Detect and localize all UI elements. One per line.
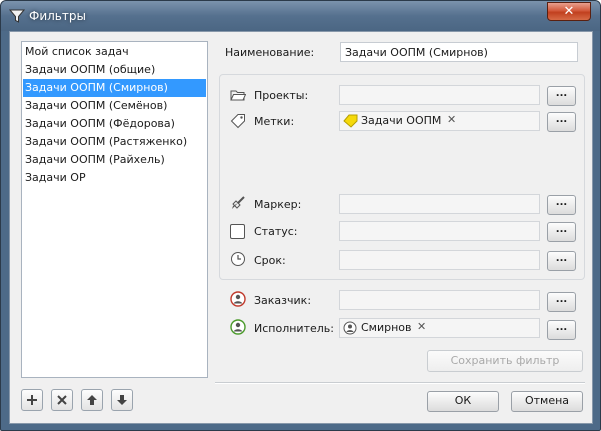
title-bar[interactable]: Фильтры ✕: [1, 1, 600, 31]
deadline-browse-button[interactable]: ...: [547, 251, 576, 271]
tag-icon: [230, 114, 245, 129]
assignee-label: Исполнитель:: [254, 322, 334, 335]
name-value: Задачи ООПМ (Смирнов): [345, 46, 488, 59]
person-icon: [343, 321, 357, 335]
close-button[interactable]: ✕: [547, 2, 591, 21]
marker-browse-button[interactable]: ...: [547, 195, 576, 215]
yellow-tag-icon: [343, 114, 358, 128]
assignee-browse-button[interactable]: ...: [547, 320, 576, 340]
ok-button[interactable]: ОК: [427, 391, 499, 412]
status-field[interactable]: [339, 221, 540, 241]
assignee-field[interactable]: Смирнов ✕: [339, 318, 540, 338]
deadline-label: Срок:: [254, 254, 286, 267]
customer-label: Заказчик:: [254, 294, 312, 307]
list-item[interactable]: Мой список задач: [23, 43, 206, 61]
name-field[interactable]: Задачи ООПМ (Смирнов): [340, 42, 578, 62]
list-item[interactable]: Задачи ООПМ (Семёнов): [23, 97, 206, 115]
customer-user-icon: [230, 291, 246, 307]
folder-icon: [230, 90, 246, 101]
cancel-button[interactable]: Отмена: [511, 391, 583, 412]
window-title: Фильтры: [29, 9, 86, 23]
x-icon: [57, 395, 67, 405]
assignee-chip-label: Смирнов: [361, 321, 412, 334]
arrow-up-icon: [87, 395, 97, 405]
customer-browse-button[interactable]: ...: [547, 292, 576, 312]
tag-chip-remove-icon[interactable]: ✕: [447, 113, 456, 127]
customer-field[interactable]: [339, 290, 540, 310]
status-label: Статус:: [254, 225, 298, 238]
add-filter-button[interactable]: [21, 389, 43, 411]
brush-icon: [232, 196, 245, 209]
arrow-down-icon: [117, 395, 127, 405]
list-item[interactable]: Задачи ООПМ (Райхель): [23, 151, 206, 169]
separator: [215, 382, 585, 384]
list-item[interactable]: Задачи ООПМ (общие): [23, 61, 206, 79]
projects-browse-button[interactable]: ...: [547, 86, 576, 106]
assignee-chip-remove-icon[interactable]: ✕: [417, 320, 426, 334]
marker-label: Маркер:: [254, 198, 302, 211]
status-checkbox-icon: [230, 224, 245, 239]
filters-dialog: Фильтры ✕ Мой список задач Задачи ООПМ (…: [0, 0, 601, 431]
save-filter-button[interactable]: Сохранить фильтр: [427, 350, 583, 372]
list-item[interactable]: Задачи ООПМ (Растяженко): [23, 133, 206, 151]
marker-field[interactable]: [339, 194, 540, 214]
move-down-button[interactable]: [111, 389, 133, 411]
list-item-selected[interactable]: Задачи ООПМ (Смирнов): [23, 79, 206, 97]
clock-icon: [231, 252, 245, 266]
projects-label: Проекты:: [254, 89, 309, 102]
funnel-icon: [9, 9, 25, 23]
deadline-field[interactable]: [339, 250, 540, 270]
projects-field[interactable]: [339, 85, 540, 105]
list-item[interactable]: Задачи ОР: [23, 169, 206, 187]
dialog-body: Мой список задач Задачи ООПМ (общие) Зад…: [9, 31, 593, 424]
filter-list[interactable]: Мой список задач Задачи ООПМ (общие) Зад…: [21, 41, 208, 378]
list-item[interactable]: Задачи ООПМ (Фёдорова): [23, 115, 206, 133]
move-up-button[interactable]: [81, 389, 103, 411]
delete-filter-button[interactable]: [51, 389, 73, 411]
status-browse-button[interactable]: ...: [547, 222, 576, 242]
tags-browse-button[interactable]: ...: [547, 112, 576, 132]
assignee-user-icon: [230, 319, 246, 335]
plus-icon: [27, 395, 37, 405]
tag-chip-label: Задачи ООПМ: [361, 114, 442, 127]
name-label: Наименование:: [225, 46, 315, 59]
tags-field[interactable]: Задачи ООПМ ✕: [339, 111, 540, 131]
tags-label: Метки:: [254, 115, 295, 128]
